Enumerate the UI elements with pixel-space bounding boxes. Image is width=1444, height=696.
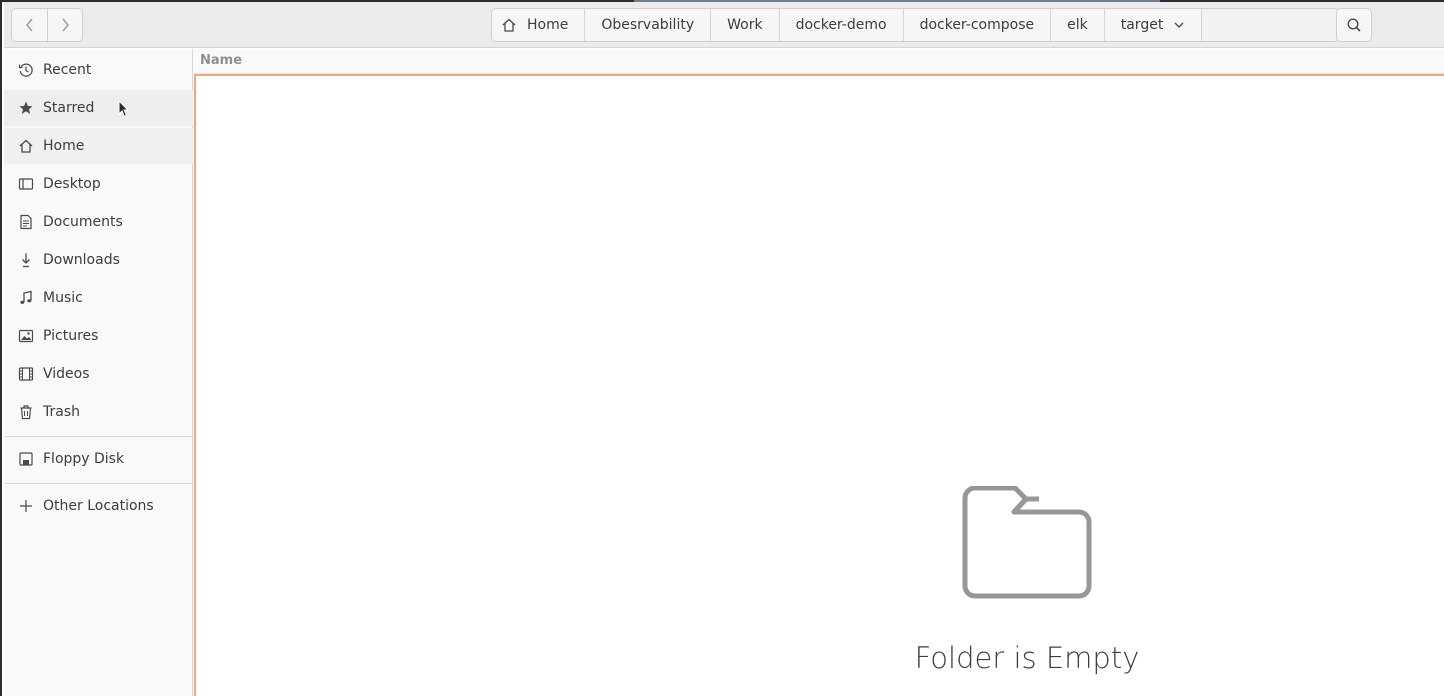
sidebar-item-label: Home [43,138,85,154]
file-list-view[interactable]: Name Folder is Empty [194,49,1444,696]
forward-button[interactable] [47,9,82,41]
search-icon [1347,18,1361,32]
file-list-area[interactable]: Folder is Empty [194,74,1444,696]
sidebar-item-label: Pictures [43,328,99,344]
search-button[interactable] [1336,8,1372,42]
crumb-elk[interactable]: elk [1050,9,1104,41]
path-bar-spacer [1201,9,1339,41]
clock-icon [4,62,43,78]
crumb-label: docker-demo [795,17,887,33]
sidebar-item-label: Other Locations [43,498,154,514]
crumb-docker-compose[interactable]: docker-compose [902,9,1051,41]
path-bar: Home Obesrvability Work docker-demo dock… [491,8,1340,42]
crumb-work[interactable]: Work [710,9,778,41]
sidebar-item-downloads[interactable]: Downloads [4,242,193,278]
sidebar-item-videos[interactable]: Videos [4,356,193,392]
crumb-label: Home [527,17,569,33]
chevron-left-icon [25,18,33,32]
folder-icon [962,486,1092,599]
sidebar-item-label: Desktop [43,176,101,192]
download-icon [4,252,43,268]
sidebar-item-floppy-disk[interactable]: Floppy Disk [4,441,193,477]
back-button[interactable] [12,9,47,41]
sidebar-item-label: Floppy Disk [43,451,125,467]
crumb-label: Obesrvability [601,17,695,33]
crumb-docker-demo[interactable]: docker-demo [778,9,903,41]
sidebar-item-label: Trash [43,404,80,420]
home-icon [501,17,517,33]
empty-folder-message: Folder is Empty [914,641,1140,675]
sidebar-item-label: Recent [43,62,92,78]
sidebar: Recent Starred Home Desktop Documents Do… [4,49,193,696]
column-header-name[interactable]: Name [194,49,1444,74]
navigation-buttons [11,8,83,42]
plus-icon [4,498,43,514]
sidebar-item-trash[interactable]: Trash [4,394,193,430]
sidebar-item-starred[interactable]: Starred [4,90,193,126]
sidebar-item-label: Downloads [43,252,120,268]
sidebar-item-pictures[interactable]: Pictures [4,318,193,354]
sidebar-item-other-locations[interactable]: Other Locations [4,488,193,524]
sidebar-item-home[interactable]: Home [4,128,193,164]
header-bar: Home Obesrvability Work docker-demo dock… [4,2,1444,48]
sidebar-separator [4,483,193,484]
crumb-target[interactable]: target [1103,9,1202,41]
sidebar-item-label: Documents [43,214,123,230]
home-icon [4,138,43,154]
sidebar-item-desktop[interactable]: Desktop [4,166,193,202]
file-manager-window: Home Obesrvability Work docker-demo dock… [0,0,1444,696]
sidebar-item-recent[interactable]: Recent [4,52,193,88]
sidebar-item-label: Music [43,290,83,306]
floppy-disk-icon [4,451,43,467]
picture-icon [4,328,43,344]
crumb-home[interactable]: Home [492,9,584,41]
sidebar-item-music[interactable]: Music [4,280,193,316]
document-icon [4,214,43,230]
column-header-label: Name [200,53,243,68]
sidebar-item-label: Videos [43,366,90,382]
mouse-pointer-icon [118,100,130,118]
crumb-label: target [1120,17,1164,33]
crumb-label: Work [727,17,763,33]
sidebar-separator [4,436,193,437]
crumb-label: docker-compose [919,17,1035,33]
desktop-icon [4,176,43,192]
star-icon [4,100,43,116]
crumb-label: elk [1067,17,1088,33]
film-icon [4,366,43,382]
music-icon [4,290,43,306]
chevron-right-icon [62,18,69,32]
sidebar-item-label: Starred [43,100,95,116]
sidebar-item-documents[interactable]: Documents [4,204,193,240]
trash-icon [4,404,43,420]
chevron-down-icon [1173,21,1185,29]
crumb-obesrvability[interactable]: Obesrvability [584,9,710,41]
